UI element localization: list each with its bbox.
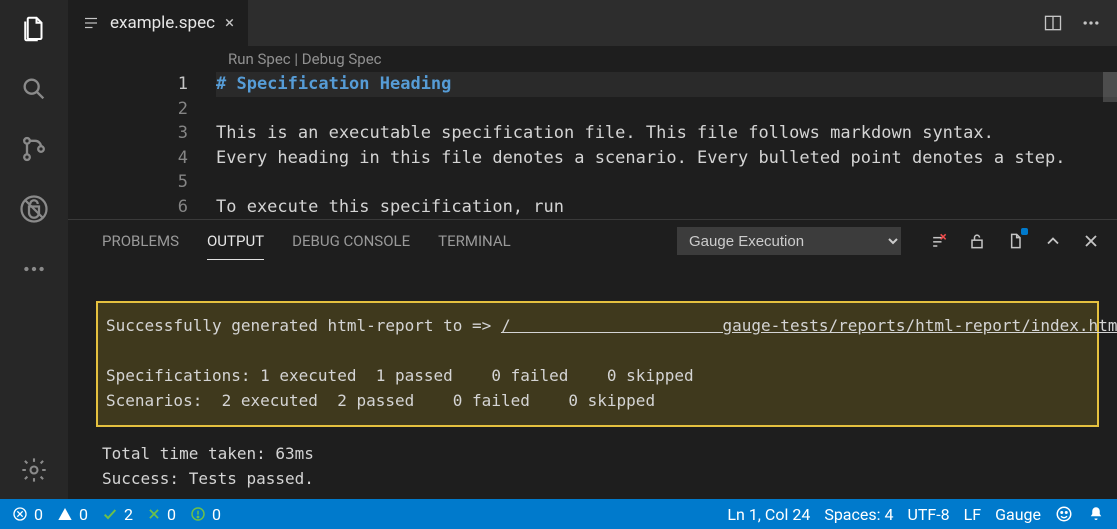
tab-title: example.spec [110,13,215,33]
open-file-icon[interactable] [1005,231,1025,251]
source-control-icon[interactable] [19,134,49,164]
editor-scrollbar-thumb[interactable] [1103,72,1117,102]
status-eol[interactable]: LF [964,505,981,524]
status-bar: 0 0 2 0 0 Ln 1, Col 24 Spaces: 4 UTF-8 L… [0,499,1117,529]
codelens-run[interactable]: Run Spec [228,50,291,68]
code-content[interactable]: # Specification Heading This is an execu… [216,72,1117,219]
explorer-icon[interactable] [19,14,49,44]
file-icon [82,14,100,32]
status-encoding[interactable]: UTF-8 [907,505,949,524]
close-icon[interactable]: × [225,13,234,33]
line-number-gutter: 123456 [68,72,216,219]
status-tests-failed[interactable]: 0 [147,505,176,524]
report-path-link[interactable]: / gauge-tests/reports/html-report/index.… [501,316,1117,335]
editor-tabs: example.spec × [68,0,1117,46]
tab-debug-console[interactable]: DEBUG CONSOLE [292,223,410,259]
tab-problems[interactable]: PROBLEMS [102,223,179,259]
activity-bar [0,0,68,499]
bottom-panel: PROBLEMS OUTPUT DEBUG CONSOLE TERMINAL G… [68,219,1117,499]
status-indentation[interactable]: Spaces: 4 [824,505,893,524]
codelens-debug[interactable]: Debug Spec [302,50,382,68]
code-editor[interactable]: 123456 # Specification Heading This is a… [68,72,1117,219]
status-tests-passed[interactable]: 2 [102,505,133,524]
output-channel-select[interactable]: Gauge Execution [677,227,901,255]
status-errors[interactable]: 0 [12,505,43,524]
status-feedback-icon[interactable] [1055,505,1073,523]
codelens-row: Run Spec | Debug Spec [68,46,1117,72]
highlighted-output: Successfully generated html-report to =>… [96,301,1099,427]
search-icon[interactable] [19,74,49,104]
chevron-up-icon[interactable] [1043,231,1063,251]
status-cursor-position[interactable]: Ln 1, Col 24 [727,505,810,524]
tab-output[interactable]: OUTPUT [207,223,264,260]
more-actions-icon[interactable] [1081,13,1101,33]
close-panel-icon[interactable] [1081,231,1101,251]
output-body[interactable]: Successfully generated html-report to =>… [68,262,1117,499]
debug-disabled-icon[interactable] [19,194,49,224]
clear-output-icon[interactable] [929,231,949,251]
tab-terminal[interactable]: TERMINAL [438,223,511,259]
status-language-mode[interactable]: Gauge [995,505,1041,524]
tab-example-spec[interactable]: example.spec × [68,0,249,46]
status-bell-icon[interactable] [1087,505,1105,523]
lock-scroll-icon[interactable] [967,231,987,251]
status-warnings[interactable]: 0 [57,505,88,524]
split-editor-icon[interactable] [1043,13,1063,33]
status-circle-count[interactable]: 0 [190,505,221,524]
settings-gear-icon[interactable] [19,455,49,485]
more-icon[interactable] [19,254,49,284]
